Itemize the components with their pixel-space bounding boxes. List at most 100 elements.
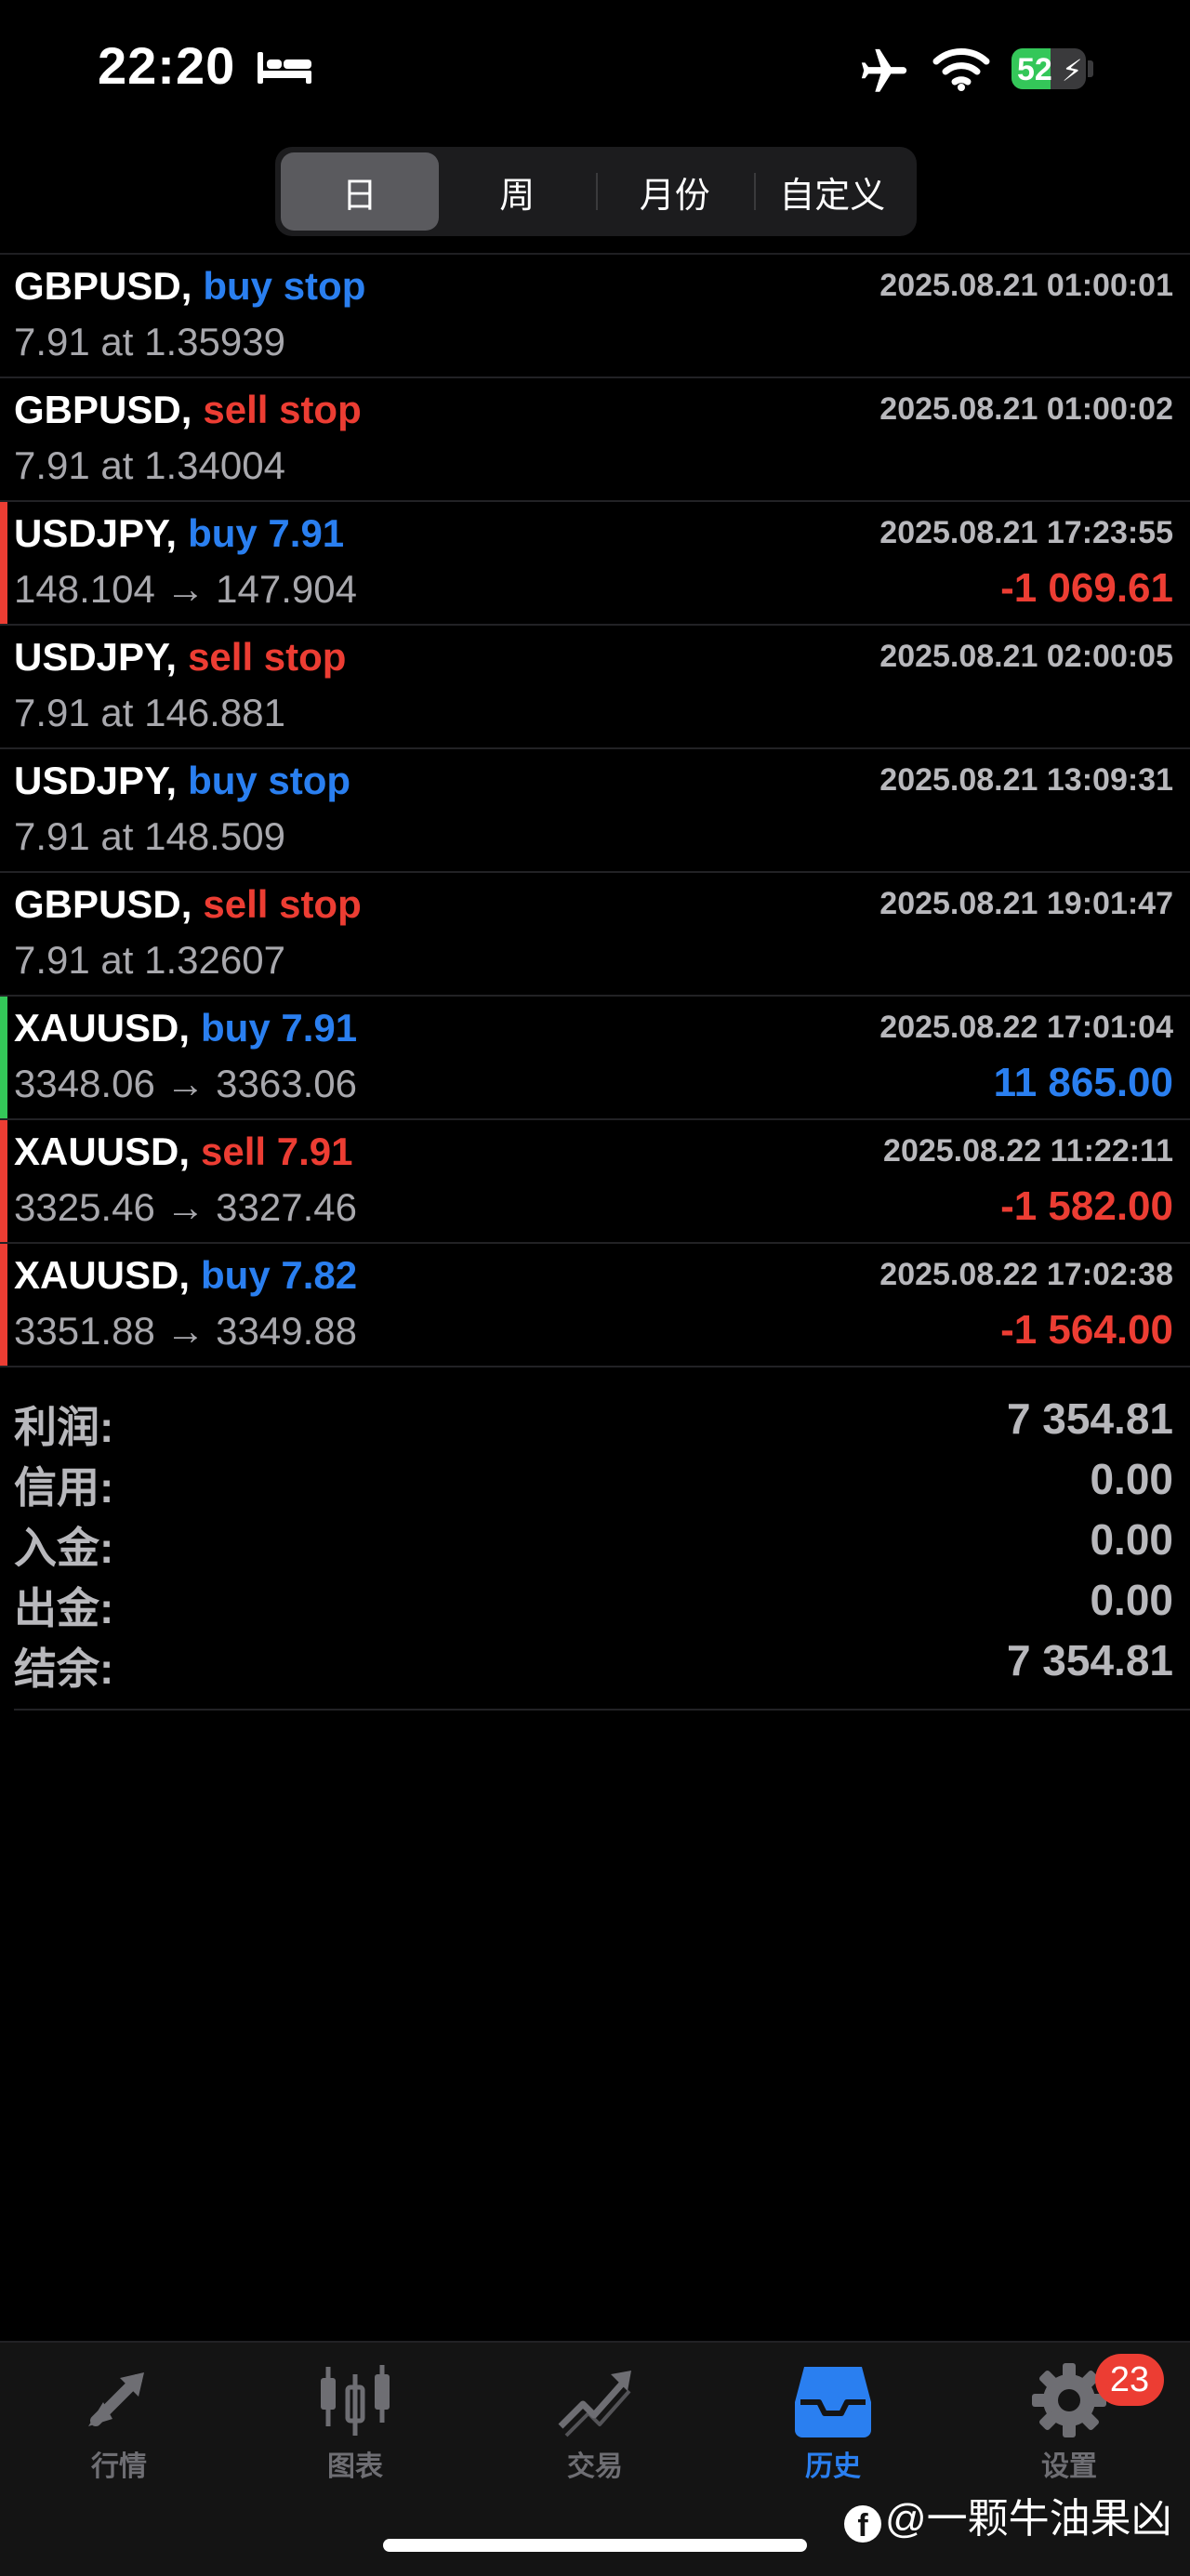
deal-detail: 3348.06 → 3363.06: [14, 1062, 357, 1105]
deal-action: buy 7.91: [201, 1006, 358, 1050]
deal-symbol: XAUUSD, buy 7.82: [14, 1253, 357, 1298]
deal-symbol-text: USDJPY,: [14, 635, 178, 679]
summary-row: 信用: 0.00: [0, 1450, 1190, 1512]
deal-symbol: XAUUSD, buy 7.91: [14, 1006, 357, 1050]
watermark: f @一颗牛油果凶: [844, 2485, 1172, 2544]
deal-detail: 7.91 at 1.35939: [14, 320, 285, 363]
battery-indicator: 52 ⚡: [1012, 48, 1086, 89]
tab-trade[interactable]: 交易: [521, 2361, 669, 2491]
facebook-icon: f: [844, 2505, 881, 2543]
tab-label: 交易: [567, 2451, 623, 2482]
divider: [14, 1709, 1190, 1711]
tab-month[interactable]: 月份: [596, 152, 754, 231]
deal-action: sell 7.91: [201, 1129, 353, 1173]
candlestick-chart-icon: [321, 2365, 390, 2436]
watermark-text: @一颗牛油果凶: [885, 2496, 1172, 2542]
deal-row[interactable]: USDJPY, sell stop 2025.08.21 02:00:05 7.9…: [0, 626, 1190, 749]
deal-symbol-text: USDJPY,: [14, 511, 178, 555]
deal-row[interactable]: GBPUSD, buy stop 2025.08.21 01:00:01 7.91…: [0, 255, 1190, 378]
airplane-mode-icon: [861, 48, 907, 92]
battery-percentage: 52: [1017, 52, 1052, 87]
home-indicator[interactable]: [383, 2539, 807, 2552]
deal-status-bar: [0, 626, 7, 747]
deal-symbol-text: GBPUSD,: [14, 388, 192, 431]
summary-row: 出金: 0.00: [0, 1571, 1190, 1632]
deal-action: sell stop: [203, 882, 362, 926]
deal-status-bar: [0, 255, 7, 376]
summary-label: 出金:: [14, 1584, 114, 1632]
summary-label: 信用:: [14, 1463, 114, 1512]
deal-symbol: GBPUSD, sell stop: [14, 882, 362, 927]
deal-row[interactable]: XAUUSD, buy 7.82 2025.08.22 17:02:38 3351…: [0, 1244, 1190, 1367]
deal-status-bar: [0, 997, 7, 1118]
deal-detail: 7.91 at 1.34004: [14, 443, 285, 487]
deal-symbol: GBPUSD, sell stop: [14, 388, 362, 432]
deal-row[interactable]: GBPUSD, sell stop 2025.08.21 19:01:47 7.9…: [0, 873, 1190, 997]
deal-status-bar: [0, 1244, 7, 1366]
deal-symbol-text: XAUUSD,: [14, 1006, 191, 1050]
deal-time: 2025.08.22 17:02:38: [879, 1257, 1173, 1292]
deal-detail: 3325.46 → 3327.46: [14, 1185, 357, 1229]
account-summary: 利润: 7 354.81 信用: 0.00 入金: 0.00 出金: 0.00 …: [0, 1390, 1190, 1693]
history-deal-list: GBPUSD, buy stop 2025.08.21 01:00:01 7.91…: [0, 255, 1190, 1367]
history-inbox-icon: [795, 2367, 871, 2437]
tab-label: 行情: [91, 2451, 147, 2482]
tab-quotes[interactable]: 行情: [45, 2361, 193, 2491]
deal-row[interactable]: GBPUSD, sell stop 2025.08.21 01:00:02 7.9…: [0, 378, 1190, 502]
deal-symbol: USDJPY, buy 7.91: [14, 511, 344, 556]
deal-detail: 7.91 at 146.881: [14, 691, 285, 734]
deal-symbol: GBPUSD, buy stop: [14, 264, 365, 309]
tab-history[interactable]: 历史: [759, 2361, 907, 2491]
deal-action: buy stop: [203, 264, 366, 308]
summary-value: 7 354.81: [1006, 1636, 1173, 1684]
charging-bolt-icon: ⚡: [1062, 54, 1083, 87]
tab-label: 图表: [327, 2451, 383, 2482]
deal-action: buy 7.82: [201, 1253, 358, 1297]
deal-status-bar: [0, 502, 7, 624]
tab-week[interactable]: 周: [439, 152, 597, 231]
status-bar: 22:20 52 ⚡: [0, 0, 1190, 139]
deal-time: 2025.08.21 19:01:47: [879, 886, 1173, 921]
deal-row[interactable]: USDJPY, buy 7.91 2025.08.21 17:23:55 148.…: [0, 502, 1190, 626]
deal-symbol: XAUUSD, sell 7.91: [14, 1129, 353, 1174]
deal-time: 2025.08.21 01:00:01: [879, 268, 1173, 303]
deal-status-bar: [0, 873, 7, 995]
deal-action: sell stop: [203, 388, 362, 431]
deal-symbol-text: XAUUSD,: [14, 1129, 191, 1173]
summary-label: 结余:: [14, 1645, 114, 1693]
deal-profit: -1 582.00: [1000, 1183, 1173, 1229]
tab-custom[interactable]: 自定义: [753, 152, 912, 231]
tab-label: 历史: [805, 2451, 861, 2482]
deal-symbol-text: GBPUSD,: [14, 882, 192, 926]
deal-profit: -1 564.00: [1000, 1307, 1173, 1353]
tab-label: 设置: [1041, 2451, 1097, 2482]
settings-notification-badge: 23: [1095, 2354, 1164, 2406]
summary-row: 利润: 7 354.81: [0, 1390, 1190, 1451]
wifi-icon: [932, 48, 990, 91]
deal-action: buy stop: [188, 759, 351, 802]
tab-day[interactable]: 日: [281, 152, 439, 231]
summary-row: 入金: 0.00: [0, 1511, 1190, 1572]
deal-row[interactable]: XAUUSD, buy 7.91 2025.08.22 17:01:04 3348…: [0, 997, 1190, 1120]
deal-time: 2025.08.22 17:01:04: [879, 1010, 1173, 1045]
deal-symbol-text: XAUUSD,: [14, 1253, 191, 1297]
deal-symbol: USDJPY, buy stop: [14, 759, 350, 803]
summary-value: 7 354.81: [1006, 1394, 1173, 1443]
deal-symbol: USDJPY, sell stop: [14, 635, 346, 680]
deal-time: 2025.08.21 02:00:05: [879, 639, 1173, 674]
quotes-arrows-icon: [88, 2372, 144, 2426]
summary-value: 0.00: [1090, 1576, 1173, 1624]
deal-row[interactable]: XAUUSD, sell 7.91 2025.08.22 11:22:11 332…: [0, 1120, 1190, 1244]
battery-tip: [1088, 60, 1093, 77]
deal-symbol-text: USDJPY,: [14, 759, 178, 802]
sleep-focus-bed-icon: [258, 52, 311, 84]
deal-row[interactable]: USDJPY, buy stop 2025.08.21 13:09:31 7.91…: [0, 749, 1190, 873]
deal-time: 2025.08.22 11:22:11: [883, 1133, 1173, 1169]
deal-symbol-text: GBPUSD,: [14, 264, 192, 308]
tab-charts[interactable]: 图表: [281, 2361, 430, 2491]
summary-value: 0.00: [1090, 1455, 1173, 1503]
deal-action: buy 7.91: [188, 511, 345, 555]
deal-detail: 3351.88 → 3349.88: [14, 1309, 357, 1353]
deal-action: sell stop: [188, 635, 347, 679]
deal-detail: 7.91 at 1.32607: [14, 938, 285, 982]
